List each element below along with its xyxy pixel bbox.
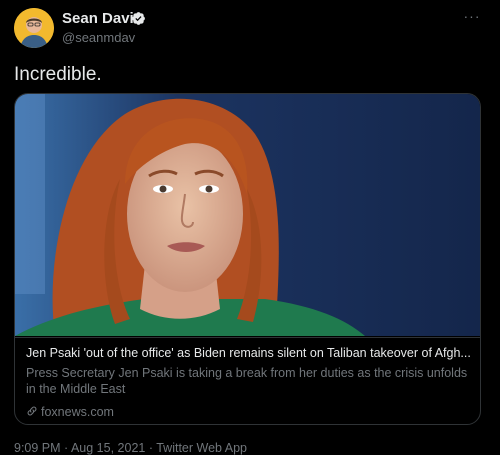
more-options-icon[interactable]: ··· bbox=[461, 8, 483, 24]
tweet: Sean Davis @seanmdav ··· Incredible. Jen… bbox=[0, 0, 500, 455]
link-icon bbox=[27, 406, 37, 416]
link-card-domain-text: foxnews.com bbox=[41, 405, 114, 419]
link-card-body: Jen Psaki 'out of the office' as Biden r… bbox=[15, 337, 480, 424]
article-photo bbox=[15, 94, 480, 336]
link-card-description: Press Secretary Jen Psaki is taking a br… bbox=[26, 366, 468, 396]
author-handle[interactable]: @seanmdav bbox=[62, 30, 135, 45]
link-card-domain[interactable]: foxnews.com bbox=[26, 405, 114, 419]
author-avatar[interactable] bbox=[14, 8, 54, 48]
person-avatar-icon bbox=[14, 8, 54, 48]
link-card[interactable]: Jen Psaki 'out of the office' as Biden r… bbox=[14, 93, 481, 425]
verified-badge-icon bbox=[132, 12, 145, 25]
link-card-title[interactable]: Jen Psaki 'out of the office' as Biden r… bbox=[26, 346, 472, 360]
tweet-text: Incredible. bbox=[14, 64, 102, 85]
